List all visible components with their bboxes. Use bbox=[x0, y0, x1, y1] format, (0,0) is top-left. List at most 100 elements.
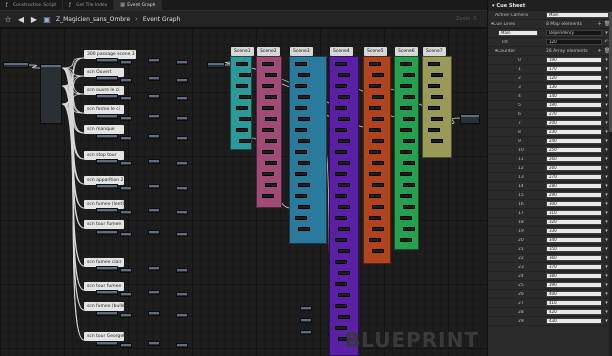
function-node[interactable] bbox=[120, 292, 132, 297]
cue-node[interactable] bbox=[372, 161, 384, 165]
cue-node[interactable] bbox=[400, 84, 412, 88]
tab-get-tile-index[interactable]: ƒ Get Tile Index bbox=[63, 0, 115, 10]
cue-node[interactable] bbox=[428, 106, 440, 110]
cue-node[interactable] bbox=[369, 194, 381, 198]
cue-node[interactable] bbox=[335, 194, 347, 198]
cue-node[interactable] bbox=[239, 73, 251, 77]
function-node[interactable] bbox=[148, 76, 160, 81]
function-node[interactable] bbox=[148, 290, 160, 295]
breadcrumb-blueprint[interactable]: Z_Magicien_sans_Ombre bbox=[56, 16, 130, 23]
cue-node[interactable] bbox=[295, 150, 307, 154]
cue-node[interactable] bbox=[403, 117, 415, 121]
cue-node[interactable] bbox=[295, 194, 307, 198]
cue-node[interactable] bbox=[338, 117, 350, 121]
element-value-field[interactable]: 290 bbox=[546, 192, 602, 198]
function-node[interactable] bbox=[176, 313, 188, 318]
scene5-column[interactable]: Scene5 bbox=[363, 47, 391, 264]
function-node[interactable] bbox=[176, 343, 188, 348]
element-value-field[interactable]: 330 bbox=[546, 228, 602, 234]
element-value-field[interactable]: 240 bbox=[546, 138, 602, 144]
function-node[interactable] bbox=[176, 232, 188, 237]
tab-construction-script[interactable]: ƒ Construction Script bbox=[0, 0, 64, 10]
function-node[interactable] bbox=[120, 343, 132, 348]
function-node[interactable] bbox=[96, 94, 118, 99]
cue-node[interactable] bbox=[335, 150, 347, 154]
scene7-column[interactable]: Scene7 bbox=[422, 47, 452, 158]
cue-node[interactable] bbox=[369, 150, 381, 154]
function-node[interactable] bbox=[176, 78, 188, 83]
element-value-field[interactable]: 380 bbox=[546, 273, 602, 279]
function-node[interactable] bbox=[96, 76, 118, 81]
element-value-field[interactable]: 260 bbox=[546, 156, 602, 162]
function-node[interactable] bbox=[96, 341, 118, 346]
scene2-column[interactable]: Scene2 bbox=[256, 47, 282, 208]
cue-node[interactable] bbox=[335, 216, 347, 220]
cue-node[interactable] bbox=[338, 315, 350, 319]
cue-node[interactable] bbox=[295, 216, 307, 220]
scene6-column[interactable]: Scene6 bbox=[394, 47, 419, 250]
cue-node[interactable] bbox=[298, 95, 310, 99]
cue-node[interactable] bbox=[428, 62, 440, 66]
cue-node[interactable] bbox=[338, 227, 350, 231]
function-node[interactable] bbox=[120, 116, 132, 121]
back-arrow-icon[interactable]: ◀ bbox=[17, 15, 25, 24]
cue-node[interactable] bbox=[239, 117, 251, 121]
function-node[interactable] bbox=[148, 58, 160, 63]
function-node[interactable] bbox=[96, 311, 118, 316]
add-icon[interactable]: + bbox=[597, 48, 602, 54]
element-value-field[interactable]: 270 bbox=[546, 174, 602, 180]
cue-node[interactable] bbox=[338, 139, 350, 143]
element-value-field[interactable]: 190 bbox=[546, 57, 602, 63]
cue-node[interactable] bbox=[298, 227, 310, 231]
cue-node[interactable] bbox=[369, 84, 381, 88]
cue-node[interactable] bbox=[338, 249, 350, 253]
cue-node[interactable] bbox=[335, 304, 347, 308]
function-node[interactable] bbox=[148, 159, 160, 164]
cue-node[interactable] bbox=[262, 150, 274, 154]
function-node[interactable] bbox=[120, 232, 132, 237]
element-value-field[interactable]: 420 bbox=[546, 309, 602, 315]
cue-node[interactable] bbox=[431, 73, 443, 77]
cue-node[interactable] bbox=[335, 238, 347, 242]
function-node[interactable] bbox=[120, 268, 132, 273]
cue-node[interactable] bbox=[369, 238, 381, 242]
cue-node[interactable] bbox=[428, 84, 440, 88]
cue-node[interactable] bbox=[295, 128, 307, 132]
cue-node[interactable] bbox=[372, 249, 384, 253]
cue-node[interactable] bbox=[338, 271, 350, 275]
function-node[interactable] bbox=[96, 159, 118, 164]
cue-node[interactable] bbox=[400, 62, 412, 66]
cue-node[interactable] bbox=[335, 84, 347, 88]
cue-node[interactable] bbox=[403, 139, 415, 143]
cue-node[interactable] bbox=[239, 139, 251, 143]
element-value-field[interactable]: 230 bbox=[546, 129, 602, 135]
cue-node[interactable] bbox=[372, 73, 384, 77]
cue-node[interactable] bbox=[265, 117, 277, 121]
element-value-field[interactable]: 370 bbox=[546, 264, 602, 270]
cue-node[interactable] bbox=[295, 172, 307, 176]
cue-node[interactable] bbox=[262, 106, 274, 110]
function-node[interactable] bbox=[148, 311, 160, 316]
cue-node[interactable] bbox=[298, 73, 310, 77]
function-node[interactable] bbox=[148, 341, 160, 346]
function-node[interactable] bbox=[148, 134, 160, 139]
function-node[interactable] bbox=[96, 114, 118, 119]
cue-node[interactable] bbox=[400, 150, 412, 154]
cue-node[interactable] bbox=[369, 128, 381, 132]
function-node[interactable] bbox=[96, 230, 118, 235]
cue-node[interactable] bbox=[400, 238, 412, 242]
element-value-field[interactable]: 190 bbox=[546, 102, 602, 108]
cue-node[interactable] bbox=[431, 95, 443, 99]
cue-node[interactable] bbox=[338, 161, 350, 165]
function-node[interactable] bbox=[300, 318, 312, 323]
element-value-field[interactable]: 310 bbox=[546, 210, 602, 216]
element-value-field[interactable]: 140 bbox=[546, 93, 602, 99]
element-value-field[interactable]: 340 bbox=[546, 237, 602, 243]
cue-node[interactable] bbox=[295, 84, 307, 88]
event-node[interactable] bbox=[3, 62, 29, 68]
cue-node[interactable] bbox=[265, 161, 277, 165]
function-node[interactable] bbox=[148, 184, 160, 189]
element-value-field[interactable]: 260 bbox=[546, 165, 602, 171]
function-node[interactable] bbox=[176, 96, 188, 101]
function-node[interactable] bbox=[120, 136, 132, 141]
